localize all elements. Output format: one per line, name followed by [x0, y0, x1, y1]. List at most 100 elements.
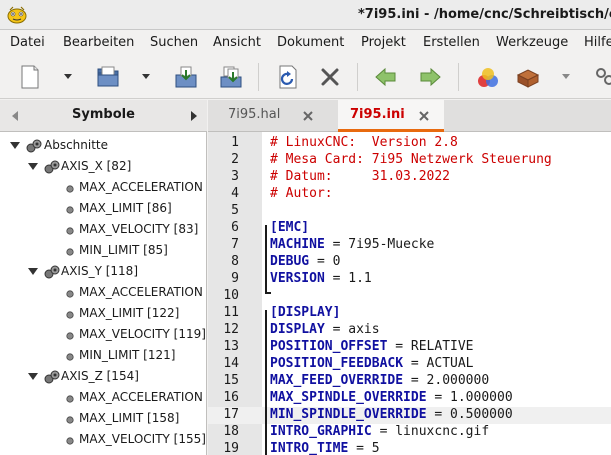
section-icon	[44, 265, 60, 279]
save-button[interactable]	[172, 63, 200, 91]
preferences-button[interactable]	[592, 63, 611, 91]
menu-bearbeiten[interactable]: Bearbeiten	[63, 35, 134, 50]
line-number: 6	[231, 220, 239, 235]
tab-symbols[interactable]: Symbole	[0, 107, 207, 122]
expander-arrow-icon[interactable]	[28, 373, 38, 381]
menu-dokument[interactable]: Dokument	[277, 35, 344, 50]
toolbar	[0, 55, 611, 99]
tree-item[interactable]: MAX_LIMIT [122]	[0, 304, 207, 325]
code-line[interactable]: 10	[208, 288, 611, 305]
menu-hilfe[interactable]: Hilfe	[584, 35, 611, 50]
code-line[interactable]: 19 INTRO_TIME = 5	[208, 441, 611, 455]
code-line[interactable]: 14 POSITION_FEEDBACK = ACTUAL	[208, 356, 611, 373]
ini-value: = ACTUAL	[403, 356, 474, 371]
close-tab-icon[interactable]	[302, 110, 314, 122]
tree-item[interactable]: MAX_LIMIT [158]	[0, 409, 207, 430]
ini-key: INTRO_GRAPHIC	[270, 424, 372, 439]
tab-7i95-ini[interactable]: 7i95.ini	[338, 100, 444, 132]
ini-key: MAX_FEED_OVERRIDE	[270, 373, 404, 388]
ini-value: = 0.500000	[426, 407, 513, 422]
ini-section-header: [DISPLAY]	[270, 305, 341, 320]
tree-item[interactable]: MAX_VELOCITY [155]	[0, 430, 207, 451]
symbol-item-icon	[66, 437, 74, 445]
line-number: 5	[231, 203, 239, 218]
new-file-button[interactable]	[16, 63, 44, 91]
line-number: 19	[223, 441, 239, 455]
code-line[interactable]: 3 # Datum: 31.03.2022	[208, 169, 611, 186]
code-line[interactable]: 1 # LinuxCNC: Version 2.8	[208, 135, 611, 152]
symbol-item-icon	[66, 395, 74, 403]
open-file-dropdown-arrow-icon[interactable]	[139, 69, 153, 83]
toolbar-separator	[258, 63, 259, 91]
tree-root-abschnitte[interactable]: Abschnitte	[0, 136, 207, 157]
reload-button[interactable]	[274, 63, 302, 91]
save-all-button[interactable]	[217, 63, 245, 91]
ini-key-value: POSITION_OFFSET = RELATIVE	[270, 339, 474, 354]
tree-item-label: MAX_LIMIT [158]	[79, 411, 180, 425]
navigate-forward-button[interactable]	[416, 63, 444, 91]
menu-erstellen[interactable]: Erstellen	[423, 35, 480, 50]
compile-icon	[516, 69, 540, 88]
open-file-button[interactable]	[94, 63, 122, 91]
tree-item[interactable]: MAX_LIMIT [86]	[0, 199, 207, 220]
expander-arrow-icon[interactable]	[28, 163, 38, 171]
tree-item[interactable]: MIN_LIMIT [121]	[0, 346, 207, 367]
ini-key: MACHINE	[270, 237, 325, 252]
tree-group[interactable]: AXIS_X [82]	[0, 157, 207, 178]
code-line[interactable]: 15 MAX_FEED_OVERRIDE = 2.000000	[208, 373, 611, 390]
tab-scroll-right-icon[interactable]	[189, 110, 199, 122]
code-line[interactable]: 11 [DISPLAY]	[208, 305, 611, 322]
expander-arrow-icon[interactable]	[10, 142, 20, 150]
menu-projekt[interactable]: Projekt	[361, 35, 406, 50]
menu-suchen[interactable]: Suchen	[150, 35, 198, 50]
tab-7i95-hal[interactable]: 7i95.hal	[208, 100, 334, 132]
tree-item[interactable]: MAX_VELOCITY [83]	[0, 220, 207, 241]
ini-key: MAX_SPINDLE_OVERRIDE	[270, 390, 427, 405]
menu-ansicht[interactable]: Ansicht	[213, 35, 261, 50]
symbol-item-icon	[66, 227, 74, 235]
tree-item[interactable]: MAX_VELOCITY [119]	[0, 325, 207, 346]
code-line[interactable]: 18 INTRO_GRAPHIC = linuxcnc.gif	[208, 424, 611, 441]
close-tab-icon[interactable]	[418, 110, 430, 122]
code-line[interactable]: 7 MACHINE = 7i95-Muecke	[208, 237, 611, 254]
menu-werkzeuge[interactable]: Werkzeuge	[496, 35, 568, 50]
symbol-item-icon	[66, 332, 74, 340]
code-line[interactable]: 8 DEBUG = 0	[208, 254, 611, 271]
color-chooser-button[interactable]	[474, 63, 502, 91]
code-line[interactable]: 9 VERSION = 1.1	[208, 271, 611, 288]
new-file-dropdown-arrow-icon[interactable]	[61, 69, 75, 83]
forward-icon	[420, 67, 441, 87]
code-line[interactable]: 12 DISPLAY = axis	[208, 322, 611, 339]
menu-datei[interactable]: Datei	[10, 35, 45, 50]
code-line[interactable]: 5	[208, 203, 611, 220]
line-number: 15	[223, 373, 239, 388]
symbol-item-icon	[66, 416, 74, 424]
tree-item[interactable]: MIN_LIMIT [85]	[0, 241, 207, 262]
compile-dropdown-arrow-icon[interactable]	[559, 69, 573, 83]
tree-group[interactable]: AXIS_Y [118]	[0, 262, 207, 283]
line-number: 13	[223, 339, 239, 354]
navigate-back-button[interactable]	[372, 63, 400, 91]
code-line[interactable]: 16 MAX_SPINDLE_OVERRIDE = 1.000000	[208, 390, 611, 407]
current-code-line[interactable]: 17 MIN_SPINDLE_OVERRIDE = 0.500000	[208, 407, 611, 424]
line-number: 4	[231, 186, 239, 201]
open-file-icon	[97, 66, 119, 87]
code-line[interactable]: 2 # Mesa Card: 7i95 Netzwerk Steuerung	[208, 152, 611, 169]
tree-item[interactable]: MAX_ACCELERATION	[0, 178, 207, 199]
tree-item-label: MAX_ACCELERATION	[79, 390, 203, 404]
code-line[interactable]: 13 POSITION_OFFSET = RELATIVE	[208, 339, 611, 356]
ini-value: = 1.000000	[426, 390, 513, 405]
code-editor[interactable]: 1 # LinuxCNC: Version 2.8 2 # Mesa Card: 7i…	[208, 132, 611, 455]
tree-item[interactable]: MAX_ACCELERATION	[0, 283, 207, 304]
ini-key: INTRO_TIME	[270, 441, 349, 455]
tree-group[interactable]: AXIS_Z [154]	[0, 367, 207, 388]
tree-item[interactable]: MAX_ACCELERATION	[0, 388, 207, 409]
code-line[interactable]: 6 [EMC]	[208, 220, 611, 237]
code-line[interactable]: 4 # Autor:	[208, 186, 611, 203]
compile-button[interactable]	[514, 63, 542, 91]
expander-arrow-icon[interactable]	[28, 268, 38, 276]
close-button[interactable]	[316, 63, 344, 91]
line-number: 8	[231, 254, 239, 269]
ini-key-value: VERSION = 1.1	[270, 271, 372, 286]
tree-item-label: MAX_VELOCITY [155]	[79, 432, 206, 446]
